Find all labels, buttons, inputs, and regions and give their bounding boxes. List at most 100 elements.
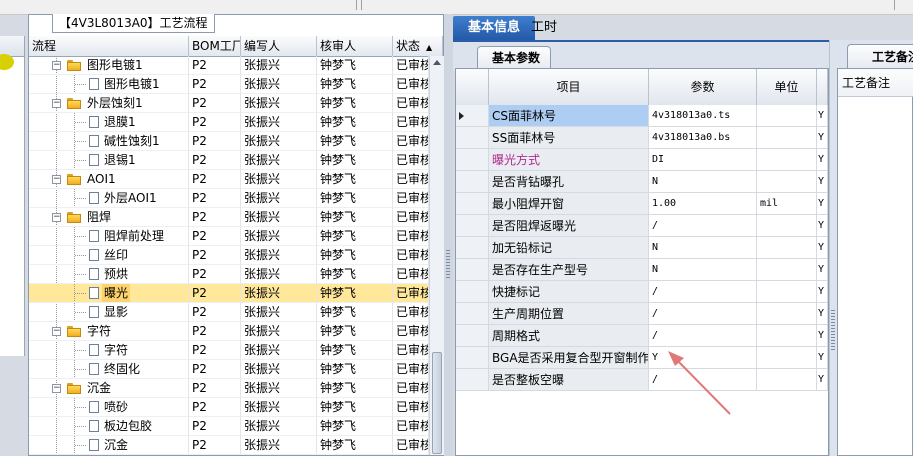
row-indicator[interactable]	[456, 281, 489, 303]
grid-row[interactable]: 是否存在生产型号 N Y	[456, 259, 828, 281]
tree-row[interactable]: 终固化 P2 张振兴 钟梦飞 已审核	[29, 360, 429, 379]
tree-row[interactable]: 板边包胶 P2 张振兴 钟梦飞 已审核	[29, 417, 429, 436]
tree-row[interactable]: 曝光 P2 张振兴 钟梦飞 已审核	[29, 284, 429, 303]
param-value-cell[interactable]: N	[649, 237, 757, 259]
tree-node-label[interactable]: 外层蚀刻1	[85, 94, 145, 112]
tree-row[interactable]: 碱性蚀刻1 P2 张振兴 钟梦飞 已审核	[29, 132, 429, 151]
param-value-cell[interactable]: /	[649, 369, 757, 391]
row-indicator[interactable]	[456, 149, 489, 171]
scrollbar-thumb[interactable]	[432, 352, 442, 454]
param-unit-cell[interactable]	[757, 105, 817, 127]
grid-row[interactable]: 最小阻焊开窗 1.00 mil Y	[456, 193, 828, 215]
tree-node-label[interactable]: 丝印	[102, 246, 130, 264]
param-value-cell[interactable]: DI	[649, 149, 757, 171]
grid-row[interactable]: 是否背钻曝孔 N Y	[456, 171, 828, 193]
notes-splitter[interactable]	[829, 40, 837, 456]
collapse-icon[interactable]: −	[52, 99, 61, 108]
param-unit-cell[interactable]	[757, 259, 817, 281]
row-indicator[interactable]	[456, 303, 489, 325]
grid-row[interactable]: 加无铅标记 N Y	[456, 237, 828, 259]
tree-node-label[interactable]: 外层AOI1	[102, 189, 159, 207]
param-value-cell[interactable]: N	[649, 259, 757, 281]
tree-node-label[interactable]: 退锡1	[102, 151, 138, 169]
splitter-grip-icon[interactable]	[831, 310, 835, 350]
row-indicator[interactable]	[456, 215, 489, 237]
tree-row[interactable]: 退膜1 P2 张振兴 钟梦飞 已审核	[29, 113, 429, 132]
tree-node-label[interactable]: 沉金	[85, 379, 113, 397]
tree-row[interactable]: 丝印 P2 张振兴 钟梦飞 已审核	[29, 246, 429, 265]
param-flag-cell[interactable]: Y	[817, 303, 828, 325]
param-unit-cell[interactable]	[757, 369, 817, 391]
process-notes-body[interactable]: 工艺备注	[837, 68, 913, 456]
param-value-cell[interactable]: 4v318013a0.bs	[649, 127, 757, 149]
collapse-icon[interactable]: −	[52, 327, 61, 336]
tab-work-hours[interactable]: 工时	[525, 16, 577, 40]
param-unit-cell[interactable]: mil	[757, 193, 817, 215]
param-unit-cell[interactable]	[757, 149, 817, 171]
param-unit-cell[interactable]	[757, 281, 817, 303]
tree-row[interactable]: 图形电镀1 P2 张振兴 钟梦飞 已审核	[29, 75, 429, 94]
param-flag-cell[interactable]: Y	[817, 259, 828, 281]
tree-node-label[interactable]: 曝光	[102, 284, 131, 302]
tab-basic-params[interactable]: 基本参数	[477, 46, 552, 69]
row-indicator[interactable]	[456, 369, 489, 391]
row-indicator[interactable]	[456, 237, 489, 259]
tree-node-label[interactable]: 阻焊前处理	[102, 227, 166, 245]
tree-node-label[interactable]: 板边包胶	[102, 417, 154, 435]
tree-node-label[interactable]: 沉金	[102, 436, 130, 454]
scroll-up-icon[interactable]	[433, 60, 441, 65]
grid-header-item[interactable]: 项目	[489, 69, 649, 105]
param-value-cell[interactable]: /	[649, 325, 757, 347]
tree-row[interactable]: 退锡1 P2 张振兴 钟梦飞 已审核	[29, 151, 429, 170]
tree-row[interactable]: 字符 P2 张振兴 钟梦飞 已审核	[29, 341, 429, 360]
row-indicator[interactable]	[456, 127, 489, 149]
param-flag-cell[interactable]: Y	[817, 237, 828, 259]
param-unit-cell[interactable]	[757, 237, 817, 259]
row-indicator[interactable]	[456, 193, 489, 215]
tree-node-label[interactable]: 预烘	[102, 265, 130, 283]
param-value-cell[interactable]: /	[649, 303, 757, 325]
column-header-state[interactable]: 状态 ▲	[393, 36, 443, 56]
row-indicator[interactable]	[456, 325, 489, 347]
param-value-cell[interactable]: Y	[649, 347, 757, 369]
collapse-icon[interactable]: −	[52, 213, 61, 222]
param-flag-cell[interactable]: Y	[817, 193, 828, 215]
param-flag-cell[interactable]: Y	[817, 171, 828, 193]
tree-row[interactable]: 外层AOI1 P2 张振兴 钟梦飞 已审核	[29, 189, 429, 208]
column-header-checker[interactable]: 核审人	[317, 36, 393, 56]
grid-header-param[interactable]: 参数	[649, 69, 757, 105]
collapse-icon[interactable]: −	[52, 384, 61, 393]
panel-splitter[interactable]	[444, 14, 453, 456]
param-unit-cell[interactable]	[757, 325, 817, 347]
grid-row[interactable]: 生产周期位置 / Y	[456, 303, 828, 325]
tree-node-label[interactable]: 字符	[102, 341, 130, 359]
tree-node-label[interactable]: 终固化	[102, 360, 142, 378]
tree-row[interactable]: − 沉金 P2 张振兴 钟梦飞 已审核	[29, 379, 429, 398]
param-unit-cell[interactable]	[757, 347, 817, 369]
tree-node-label[interactable]: 阻焊	[85, 208, 113, 226]
tree-node-label[interactable]: AOI1	[85, 170, 118, 188]
param-flag-cell[interactable]: Y	[817, 215, 828, 237]
tree-node-label[interactable]: 图形电镀1	[85, 56, 145, 74]
tree-row[interactable]: 显影 P2 张振兴 钟梦飞 已审核	[29, 303, 429, 322]
tree-row[interactable]: − AOI1 P2 张振兴 钟梦飞 已审核	[29, 170, 429, 189]
grid-row[interactable]: 是否整板空曝 / Y	[456, 369, 828, 391]
param-value-cell[interactable]: /	[649, 281, 757, 303]
tree-row[interactable]: − 外层蚀刻1 P2 张振兴 钟梦飞 已审核	[29, 94, 429, 113]
tree-node-label[interactable]: 退膜1	[102, 113, 138, 131]
grid-row[interactable]: 快捷标记 / Y	[456, 281, 828, 303]
tree-row[interactable]: − 图形电镀1 P2 张振兴 钟梦飞 已审核	[29, 56, 429, 75]
param-flag-cell[interactable]: Y	[817, 149, 828, 171]
tree-scrollbar[interactable]	[429, 56, 444, 455]
tab-process-notes[interactable]: 工艺备注	[847, 44, 913, 68]
tree-node-label[interactable]: 图形电镀1	[102, 75, 162, 93]
column-header-writer[interactable]: 编写人	[241, 36, 317, 56]
param-unit-cell[interactable]	[757, 215, 817, 237]
grid-row[interactable]: 周期格式 / Y	[456, 325, 828, 347]
param-flag-cell[interactable]: Y	[817, 347, 828, 369]
column-header-flow[interactable]: 流程	[29, 36, 189, 56]
param-value-cell[interactable]: 4v318013a0.ts	[649, 105, 757, 127]
collapse-icon[interactable]: −	[52, 61, 61, 70]
tree-node-label[interactable]: 字符	[85, 322, 113, 340]
param-unit-cell[interactable]	[757, 127, 817, 149]
